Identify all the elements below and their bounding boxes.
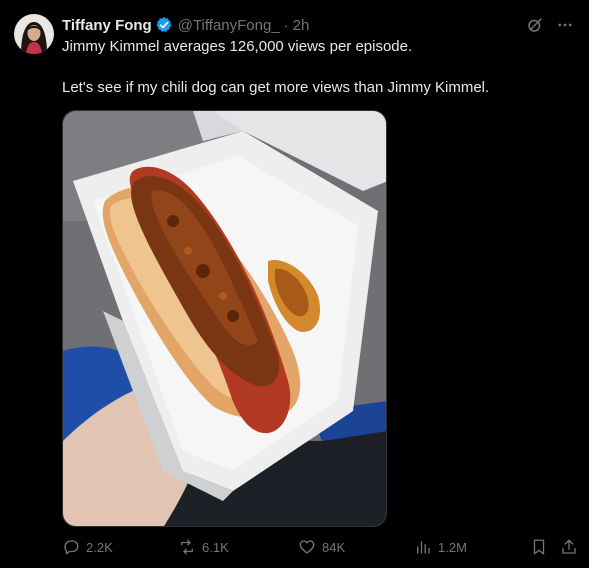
- views-count: 1.2M: [438, 539, 467, 555]
- verified-badge-icon: [155, 16, 173, 34]
- share-icon: [562, 539, 576, 554]
- author-avatar[interactable]: [14, 14, 54, 54]
- heart-icon: [299, 540, 315, 554]
- reply-count: 2.2K: [86, 539, 113, 555]
- bookmark-icon: [533, 539, 545, 555]
- grok-icon[interactable]: [525, 15, 545, 35]
- tweet-top-actions: [525, 15, 575, 35]
- bookmark-button[interactable]: [530, 538, 548, 556]
- views-icon: [417, 541, 430, 554]
- reply-button[interactable]: 2.2K: [62, 538, 113, 556]
- tweet-text-line-2: Let's see if my chili dog can get more v…: [62, 79, 490, 96]
- like-button[interactable]: 84K: [298, 538, 345, 556]
- like-count: 84K: [322, 539, 346, 555]
- chili-dog-photo: [63, 111, 386, 526]
- more-options-icon[interactable]: [555, 15, 575, 35]
- repost-count: 6.1K: [202, 539, 229, 555]
- author-display-name[interactable]: Tiffany Fong: [62, 17, 152, 34]
- tweet-card[interactable]: Tiffany Fong @TiffanyFong_ · 2h Jimmy Ki…: [0, 0, 589, 568]
- avatar-image: [14, 14, 54, 54]
- views-button[interactable]: 1.2M: [414, 538, 467, 556]
- tweet-action-bar: 2.2K 6.1K 84K 1.2M: [62, 538, 579, 562]
- tweet-media-photo[interactable]: [62, 110, 387, 527]
- tweet-header: Tiffany Fong @TiffanyFong_ · 2h: [62, 15, 309, 35]
- share-button[interactable]: [560, 538, 578, 556]
- tweet-timestamp[interactable]: 2h: [293, 17, 310, 34]
- tweet-text-line-1: Jimmy Kimmel averages 126,000 views per …: [62, 38, 413, 55]
- repost-button[interactable]: 6.1K: [178, 538, 229, 556]
- repost-icon: [181, 539, 193, 555]
- separator-dot: ·: [283, 16, 289, 34]
- reply-icon: [64, 540, 79, 555]
- author-handle[interactable]: @TiffanyFong_: [178, 17, 280, 34]
